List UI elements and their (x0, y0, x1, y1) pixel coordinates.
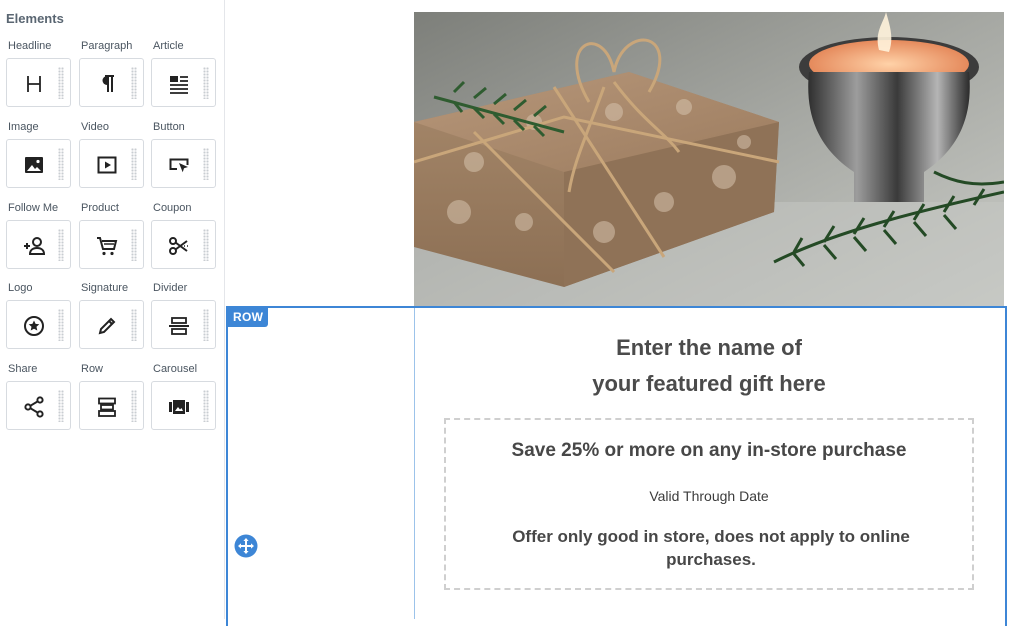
element-tile-video[interactable]: Video (79, 120, 145, 188)
paragraph-icon (102, 75, 114, 92)
featured-gift-image[interactable] (414, 12, 1004, 306)
tile-label: Button (153, 121, 185, 133)
sidebar-title: Elements (6, 11, 64, 26)
tile-label: Product (81, 202, 119, 214)
headline-icon (27, 76, 41, 92)
tile-label: Carousel (153, 363, 198, 375)
coupon-terms: Offer only good in store, does not apply… (512, 527, 910, 569)
drag-handle[interactable] (131, 67, 137, 99)
element-tile-share[interactable]: Share (6, 362, 72, 430)
tile-label: Signature (81, 282, 129, 294)
tile-label: Row (81, 363, 104, 375)
tile-label: Article (153, 40, 184, 52)
tile-label: Share (8, 363, 38, 375)
carousel-icon (169, 400, 189, 414)
coupon-title: Save 25% or more on any in-store purchas… (511, 440, 907, 461)
tile-label: Logo (8, 282, 33, 294)
image-icon (25, 157, 43, 173)
coupon-block[interactable]: Save 25% or more on any in-store purchas… (444, 418, 974, 590)
element-tile-button[interactable]: Button (151, 120, 217, 188)
element-tile-signature[interactable]: Signature (79, 281, 145, 349)
element-tile-divider[interactable]: Divider (151, 281, 217, 349)
drag-handle[interactable] (58, 309, 64, 341)
coupon-valid-date: Valid Through Date (649, 488, 769, 504)
tile-label: Divider (153, 282, 188, 294)
element-tile-product[interactable]: Product (79, 201, 145, 269)
row-tag[interactable]: ROW (228, 308, 269, 327)
share-icon (24, 396, 44, 418)
drag-handle[interactable] (131, 390, 137, 422)
elements-sidebar: Elements Headline Paragraph Article Imag… (0, 0, 225, 619)
logo-star-icon (24, 316, 44, 336)
cart-icon (97, 237, 118, 256)
drag-handle[interactable] (131, 148, 137, 180)
tile-label: Paragraph (81, 40, 133, 52)
row-icon (98, 397, 116, 417)
move-icon[interactable] (234, 534, 258, 558)
element-tile-headline[interactable]: Headline (6, 39, 72, 107)
drag-handle[interactable] (203, 309, 209, 341)
tile-label: Image (8, 121, 39, 133)
element-tile-logo[interactable]: Logo (6, 281, 72, 349)
drag-handle[interactable] (58, 67, 64, 99)
tile-label: Headline (8, 40, 52, 52)
element-tile-row[interactable]: Row (79, 362, 145, 430)
follow-me-icon (24, 237, 46, 255)
element-tile-carousel[interactable]: Carousel (151, 362, 217, 430)
scissors-icon (169, 237, 188, 255)
drag-handle[interactable] (131, 309, 137, 341)
drag-handle[interactable] (203, 67, 209, 99)
drag-handle[interactable] (131, 229, 137, 261)
divider-icon (169, 317, 189, 335)
tile-label: Coupon (153, 202, 192, 214)
featured-gift-heading[interactable]: Enter the name of your featured gift her… (414, 330, 1004, 402)
drag-handle[interactable] (203, 229, 209, 261)
drag-handle[interactable] (58, 148, 64, 180)
heading-line-2: your featured gift here (592, 371, 826, 396)
element-tile-coupon[interactable]: Coupon (151, 201, 217, 269)
element-tile-follow-me[interactable]: Follow Me (6, 201, 72, 269)
button-icon (169, 158, 189, 173)
drag-handle[interactable] (203, 148, 209, 180)
video-icon (97, 156, 117, 174)
drag-handle[interactable] (58, 390, 64, 422)
drag-handle[interactable] (58, 229, 64, 261)
tile-label: Video (81, 121, 109, 133)
element-tile-image[interactable]: Image (6, 120, 72, 188)
pen-icon (98, 317, 116, 335)
drag-handle[interactable] (203, 390, 209, 422)
article-icon (170, 76, 188, 94)
heading-line-1: Enter the name of (616, 335, 802, 360)
element-tile-article[interactable]: Article (151, 39, 217, 107)
element-tile-paragraph[interactable]: Paragraph (79, 39, 145, 107)
tile-label: Follow Me (8, 202, 59, 214)
